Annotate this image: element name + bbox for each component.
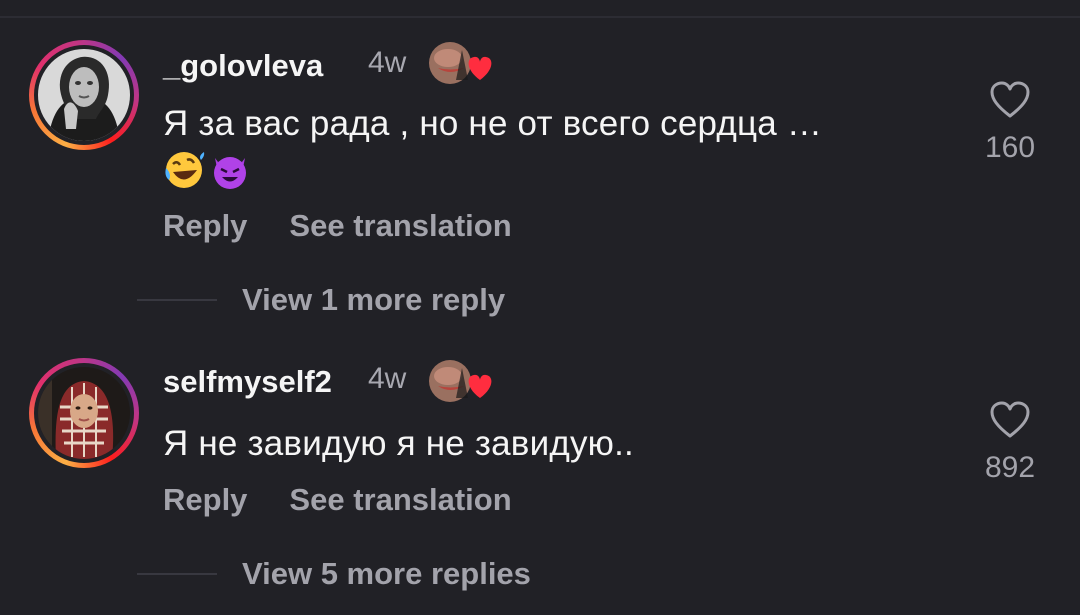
avatar[interactable]	[38, 49, 130, 141]
like-count: 892	[984, 451, 1036, 484]
top-divider	[0, 16, 1080, 18]
like-column: 160	[960, 80, 1060, 165]
comment-actions: Reply See translation	[163, 208, 512, 244]
heart-icon[interactable]	[989, 80, 1031, 120]
reply-button[interactable]: Reply	[163, 208, 247, 244]
like-column: 892	[960, 400, 1060, 485]
rolling-laughing-emoji-icon	[165, 152, 205, 188]
comment-text: Я не завидую я не завидую..	[163, 424, 634, 463]
comment-time: 4w	[368, 362, 407, 395]
creator-liked-badge	[426, 40, 494, 86]
comment-emoji-row	[163, 150, 251, 190]
view-replies-button[interactable]: View 1 more reply	[242, 282, 505, 318]
view-replies-divider	[137, 299, 217, 301]
avatar[interactable]	[38, 367, 130, 459]
creator-liked-badge	[426, 358, 494, 404]
avatar-story-ring[interactable]	[29, 40, 139, 150]
creator-avatar-heart-icon	[429, 360, 492, 402]
smiling-devil-emoji-icon	[214, 157, 246, 189]
comment-text: Я за вас рада , но не от всего сердца …	[163, 104, 823, 143]
reply-button[interactable]: Reply	[163, 482, 247, 518]
creator-avatar-heart-icon	[429, 42, 492, 84]
like-count: 160	[984, 131, 1036, 164]
avatar-story-ring[interactable]	[29, 358, 139, 468]
comment-username[interactable]: selfmyself2	[163, 364, 332, 400]
see-translation-button[interactable]: See translation	[289, 208, 511, 244]
view-replies-button[interactable]: View 5 more replies	[242, 556, 531, 592]
comment-username[interactable]: _golovleva	[163, 48, 323, 84]
comment-time: 4w	[368, 46, 407, 79]
view-replies-divider	[137, 573, 217, 575]
see-translation-button[interactable]: See translation	[289, 482, 511, 518]
heart-icon[interactable]	[989, 400, 1031, 440]
comment-actions: Reply See translation	[163, 482, 512, 518]
